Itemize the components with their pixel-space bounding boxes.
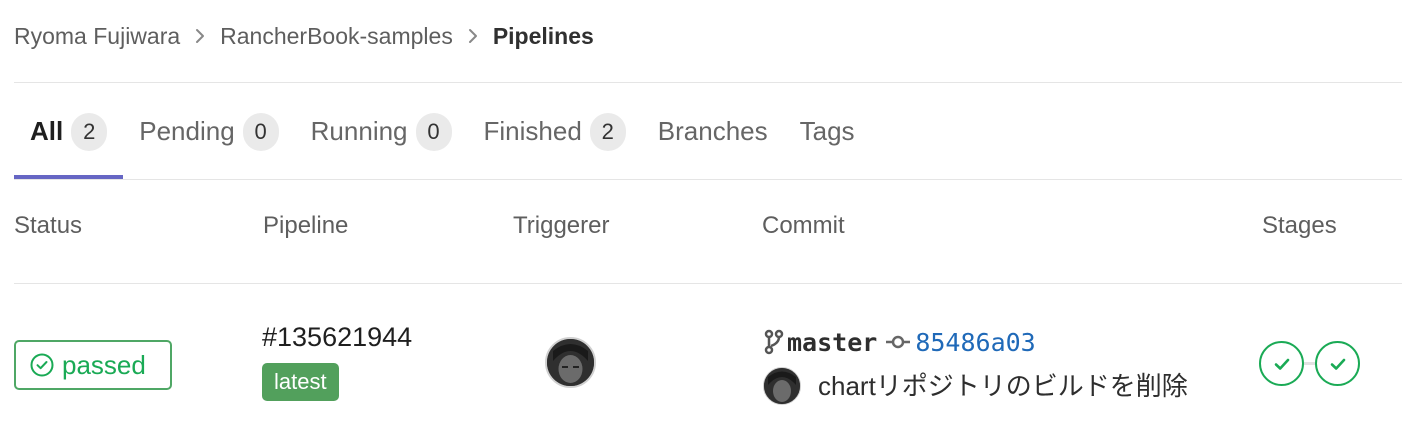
pipeline-tabs: All 2 Pending 0 Running 0 Finished 2 Bra…	[14, 84, 871, 179]
column-header-stages: Stages	[1262, 212, 1337, 239]
tab-pending[interactable]: Pending 0	[123, 84, 294, 179]
breadcrumb-item-user[interactable]: Ryoma Fujiwara	[14, 23, 180, 50]
tab-branches[interactable]: Branches	[642, 84, 784, 179]
breadcrumb-current[interactable]: Pipelines	[493, 23, 594, 50]
stage-status-icon[interactable]	[1315, 341, 1360, 386]
column-header-triggerer: Triggerer	[513, 212, 610, 239]
tab-label: Tags	[799, 116, 855, 146]
divider	[14, 283, 1402, 284]
tab-running[interactable]: Running 0	[295, 84, 468, 179]
check-icon	[1330, 358, 1345, 370]
tab-finished[interactable]: Finished 2	[468, 84, 642, 179]
tab-count-badge: 2	[589, 112, 626, 151]
breadcrumb: Ryoma Fujiwara RancherBook-samples Pipel…	[14, 18, 594, 54]
breadcrumb-item-project[interactable]: RancherBook-samples	[220, 23, 453, 50]
chevron-right-icon	[467, 27, 479, 45]
column-header-status: Status	[14, 212, 83, 239]
stage-status-icon[interactable]	[1259, 341, 1304, 386]
status-badge[interactable]: passed	[14, 340, 172, 390]
tab-tags[interactable]: Tags	[784, 84, 871, 179]
commit-icon	[885, 334, 911, 350]
tab-all[interactable]: All 2	[14, 84, 124, 179]
pipeline-id-link[interactable]: #135621944	[262, 322, 412, 353]
branch-icon	[763, 329, 785, 355]
tab-label: All	[30, 116, 64, 146]
tab-label: Branches	[657, 116, 768, 146]
divider	[14, 179, 1402, 180]
column-header-pipeline: Pipeline	[263, 212, 349, 239]
commit-author-avatar[interactable]	[763, 367, 801, 405]
latest-badge: latest	[262, 363, 339, 401]
divider	[14, 82, 1402, 83]
tab-count-badge: 2	[71, 112, 108, 151]
commit-ref: master 85486a03	[763, 323, 1036, 361]
commit-title-link[interactable]: chartリポジトリのビルドを削除	[818, 366, 1188, 403]
triggerer-avatar[interactable]	[545, 337, 596, 388]
tab-count-badge: 0	[415, 112, 452, 151]
tab-label: Running	[310, 116, 408, 146]
commit-sha-link[interactable]: 85486a03	[915, 328, 1035, 357]
column-header-commit: Commit	[762, 212, 845, 239]
tab-label: Finished	[483, 116, 582, 146]
chevron-right-icon	[194, 27, 206, 45]
branch-link[interactable]: master	[787, 328, 877, 357]
check-icon	[1274, 358, 1289, 370]
check-circle-icon	[30, 353, 54, 377]
status-label: passed	[62, 349, 146, 380]
tab-count-badge: 0	[242, 112, 279, 151]
tab-label: Pending	[139, 116, 235, 146]
